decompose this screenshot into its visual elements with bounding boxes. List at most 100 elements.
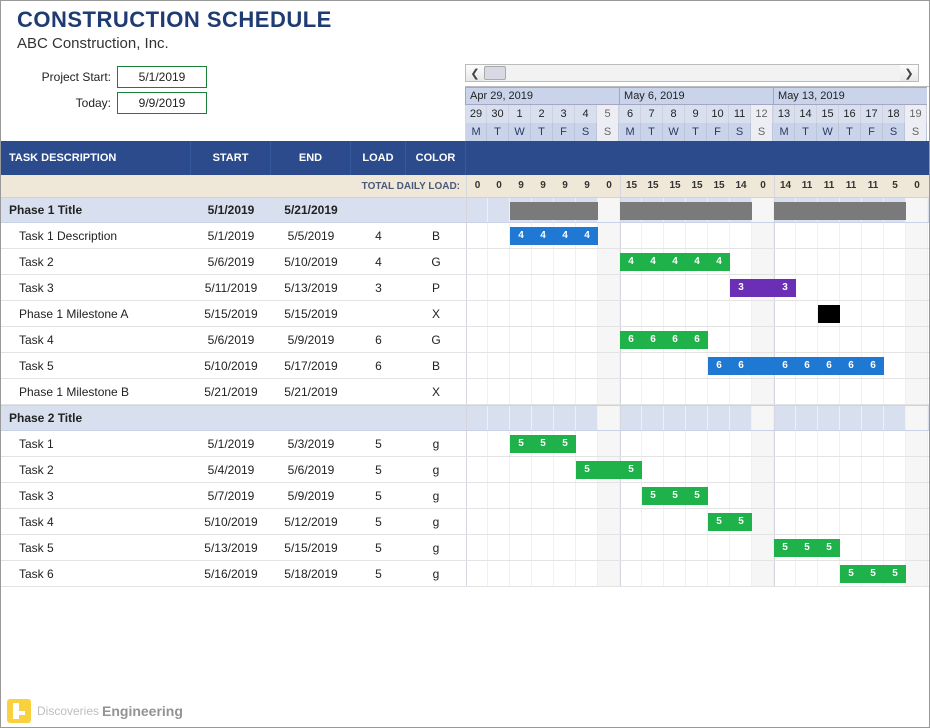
calendar-dow: S [597, 123, 619, 141]
calendar-day-number: 4 [575, 105, 597, 123]
gantt-bar[interactable] [510, 202, 598, 220]
task-color: g [406, 535, 466, 560]
task-row[interactable]: Task 65/16/20195/18/20195g555 [1, 561, 929, 587]
task-row[interactable]: Task 15/1/20195/3/20195g555 [1, 431, 929, 457]
task-row[interactable]: Task 45/10/20195/12/20195g55 [1, 509, 929, 535]
task-row[interactable]: Task 35/11/20195/13/20193P33 [1, 275, 929, 301]
gantt-bar[interactable] [620, 202, 752, 220]
total-daily-load-label: TOTAL DAILY LOAD: [1, 181, 466, 192]
task-description: Phase 2 Title [1, 406, 191, 430]
task-color: X [406, 301, 466, 326]
task-row[interactable]: Phase 1 Milestone B5/21/20195/21/2019X [1, 379, 929, 405]
daily-load-value: 9 [554, 175, 576, 197]
total-daily-load-values: 00999901515151515140141111111150 [466, 175, 928, 197]
task-description: Task 1 Description [1, 223, 191, 248]
phase-row[interactable]: Phase 2 Title [1, 405, 929, 431]
task-row[interactable]: Task 55/13/20195/15/20195g555 [1, 535, 929, 561]
daily-load-value: 11 [862, 175, 884, 197]
task-row[interactable]: Phase 1 Milestone A5/15/20195/15/2019X [1, 301, 929, 327]
calendar-dow: S [729, 123, 751, 141]
calendar-day-number: 17 [861, 105, 883, 123]
task-end: 5/9/2019 [271, 327, 351, 352]
scroll-track[interactable] [484, 64, 900, 82]
task-description: Task 5 [1, 353, 191, 378]
task-description: Task 5 [1, 535, 191, 560]
page-title: CONSTRUCTION SCHEDULE [1, 1, 929, 33]
gantt-area: 4444 [466, 223, 929, 248]
gantt-bar[interactable] [774, 202, 906, 220]
task-row[interactable]: Task 35/7/20195/9/20195g555 [1, 483, 929, 509]
gantt-bar[interactable]: 555 [510, 435, 576, 453]
gantt-bar[interactable]: 33 [730, 279, 796, 297]
calendar-dow: S [883, 123, 905, 141]
scroll-thumb[interactable] [484, 66, 506, 80]
calendar-day-number: 15 [817, 105, 839, 123]
project-start-input[interactable]: 5/1/2019 [117, 66, 207, 88]
page: CONSTRUCTION SCHEDULE ABC Construction, … [0, 0, 930, 728]
phase-row[interactable]: Phase 1 Title5/1/20195/21/2019 [1, 197, 929, 223]
gantt-bar[interactable]: 55 [576, 461, 642, 479]
task-row[interactable]: Task 25/4/20195/6/20195g55 [1, 457, 929, 483]
task-load: 5 [351, 509, 406, 534]
daily-load-value: 0 [488, 175, 510, 197]
task-load: 5 [351, 535, 406, 560]
calendar-dow: T [531, 123, 553, 141]
task-row[interactable]: Task 55/10/20195/17/20196B6666666 [1, 353, 929, 379]
gantt-bar[interactable]: 44444 [620, 253, 730, 271]
calendar-day-number: 16 [839, 105, 861, 123]
col-header-task: TASK DESCRIPTION [1, 141, 191, 175]
task-description: Task 2 [1, 457, 191, 482]
calendar-dow: W [817, 123, 839, 141]
gantt-area: 555 [466, 483, 929, 508]
gantt-area [466, 379, 929, 404]
calendar-dow: T [487, 123, 509, 141]
daily-load-value: 14 [730, 175, 752, 197]
task-rows: Phase 1 Title5/1/20195/21/2019Task 1 Des… [1, 197, 929, 587]
calendar-day-number: 18 [883, 105, 905, 123]
daily-load-value: 15 [620, 175, 642, 197]
gantt-bar[interactable]: 6666 [620, 331, 708, 349]
task-start: 5/11/2019 [191, 275, 271, 300]
calendar-dow: S [751, 123, 773, 141]
logo-word1: Discoveries [37, 704, 99, 718]
task-row[interactable]: Task 45/6/20195/9/20196G6666 [1, 327, 929, 353]
column-header-row: TASK DESCRIPTION START END LOAD COLOR [1, 141, 929, 175]
task-row[interactable]: Task 1 Description5/1/20195/5/20194B4444 [1, 223, 929, 249]
task-start: 5/15/2019 [191, 301, 271, 326]
daily-load-value: 0 [906, 175, 928, 197]
task-description: Task 3 [1, 275, 191, 300]
task-description: Task 6 [1, 561, 191, 586]
task-description: Phase 1 Title [1, 198, 191, 222]
date-scrollbar[interactable]: ❮ ❯ [465, 60, 929, 86]
scroll-right-button[interactable]: ❯ [899, 64, 919, 82]
gantt-bar[interactable]: 555 [840, 565, 906, 583]
task-load: 5 [351, 483, 406, 508]
gantt-bar[interactable]: 6666666 [708, 357, 884, 375]
calendar-day-number: 1 [509, 105, 531, 123]
today-input[interactable]: 9/9/2019 [117, 92, 207, 114]
task-row[interactable]: Task 25/6/20195/10/20194G44444 [1, 249, 929, 275]
scroll-left-button[interactable]: ❮ [465, 64, 485, 82]
task-end: 5/6/2019 [271, 457, 351, 482]
task-description: Task 2 [1, 249, 191, 274]
task-load: 4 [351, 223, 406, 248]
gantt-bar[interactable]: 555 [642, 487, 708, 505]
task-end: 5/21/2019 [271, 198, 351, 222]
logo-icon [7, 699, 31, 723]
daily-load-value: 9 [576, 175, 598, 197]
gantt-bar[interactable]: 4444 [510, 227, 598, 245]
gantt-bar[interactable]: 555 [774, 539, 840, 557]
page-subtitle: ABC Construction, Inc. [1, 33, 929, 60]
calendar-strip: Apr 29, 2019May 6, 2019May 13, 201929301… [465, 86, 929, 141]
gantt-bar[interactable] [818, 305, 840, 323]
task-start: 5/10/2019 [191, 509, 271, 534]
task-start: 5/1/2019 [191, 198, 271, 222]
calendar-day-number: 11 [729, 105, 751, 123]
task-end: 5/21/2019 [271, 379, 351, 404]
calendar-day-number: 30 [487, 105, 509, 123]
task-description: Phase 1 Milestone A [1, 301, 191, 326]
daily-load-value: 15 [664, 175, 686, 197]
gantt-bar[interactable]: 55 [708, 513, 752, 531]
task-description: Task 1 [1, 431, 191, 456]
gantt-area: 555 [466, 535, 929, 560]
